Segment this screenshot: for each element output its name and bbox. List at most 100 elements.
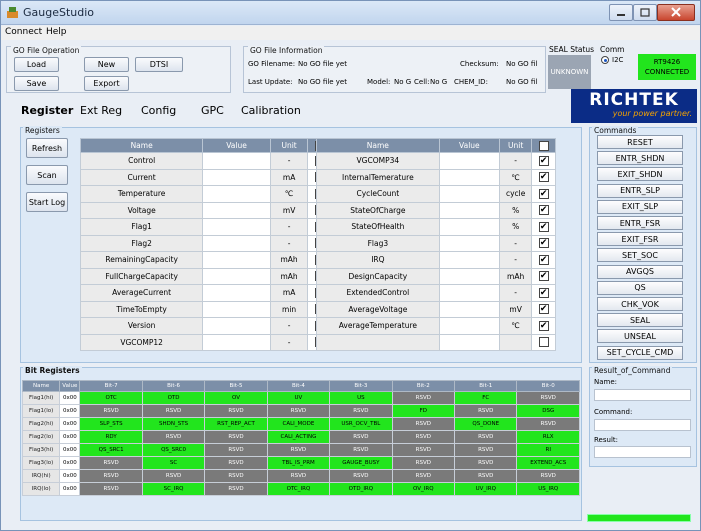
checkbox[interactable]: ✔ <box>538 188 549 199</box>
command-button-avgqs[interactable]: AVGQS <box>597 264 683 279</box>
register-select[interactable]: ✔ <box>531 218 556 236</box>
bit-register-value: 0x00 <box>59 417 81 431</box>
register-value-field[interactable] <box>202 284 271 302</box>
command-button-qs[interactable]: QS <box>597 280 683 295</box>
i2c-radio[interactable] <box>601 56 609 64</box>
register-select[interactable]: ✔ <box>531 267 556 285</box>
register-value-field[interactable] <box>438 168 501 186</box>
register-name: Flag1 <box>79 218 204 236</box>
register-value-field[interactable] <box>202 267 271 285</box>
checkbox[interactable]: ✔ <box>538 205 549 216</box>
bit-cell: RSVD <box>141 430 206 444</box>
export-button[interactable]: Export <box>84 76 129 91</box>
register-value-field[interactable] <box>438 201 501 219</box>
tab-ext-reg[interactable]: Ext Reg <box>80 104 122 117</box>
result-result-field[interactable] <box>594 446 691 458</box>
register-name: StateOfCharge <box>316 201 440 219</box>
register-value-field[interactable] <box>202 333 271 351</box>
register-unit: - <box>498 152 533 170</box>
register-value-field[interactable] <box>438 234 501 252</box>
close-button[interactable] <box>657 4 695 21</box>
register-select[interactable]: ✔ <box>531 234 556 252</box>
register-name: Flag3 <box>316 234 440 252</box>
checkbox[interactable]: ✔ <box>538 320 549 331</box>
command-button-set-soc[interactable]: SET_SOC <box>597 248 683 263</box>
command-button-exit-slp[interactable]: EXIT_SLP <box>597 199 683 214</box>
register-name: Voltage <box>79 201 204 219</box>
bit-cell: RSVD <box>391 430 456 444</box>
register-value-field[interactable] <box>202 201 271 219</box>
chemid-value: No GO fil <box>506 78 538 86</box>
load-button[interactable]: Load <box>14 57 59 72</box>
start-log-button[interactable]: Start Log <box>26 192 68 212</box>
command-button-exit-shdn[interactable]: EXIT_SHDN <box>597 167 683 182</box>
command-button-entr-fsr[interactable]: ENTR_FSR <box>597 216 683 230</box>
register-value-field[interactable] <box>438 251 501 269</box>
register-select[interactable]: ✔ <box>531 185 556 203</box>
register-value-field[interactable] <box>438 300 501 318</box>
register-value-field[interactable] <box>438 152 501 170</box>
register-value-field[interactable] <box>438 218 501 236</box>
command-button-reset[interactable]: RESET <box>597 135 683 149</box>
register-value-field[interactable] <box>202 300 271 318</box>
register-value-field[interactable] <box>202 317 271 335</box>
checkbox[interactable]: ✔ <box>538 140 549 151</box>
checkbox[interactable]: ✔ <box>538 254 549 265</box>
register-value-field[interactable] <box>438 317 501 335</box>
menu-connect[interactable]: Connect <box>5 27 42 37</box>
bit-register-name: Flag3(lo) <box>21 456 61 470</box>
register-value-field[interactable] <box>202 168 271 186</box>
command-button-seal[interactable]: SEAL <box>597 313 683 328</box>
checkbox[interactable]: ✔ <box>538 287 549 298</box>
dtsi-button[interactable]: DTSI <box>135 57 183 72</box>
register-value-field[interactable] <box>202 218 271 236</box>
command-button-entr-slp[interactable]: ENTR_SLP <box>597 183 683 198</box>
bit-cell: RSVD <box>141 404 206 418</box>
checkbox[interactable] <box>538 337 549 348</box>
new-button[interactable]: New <box>84 57 129 72</box>
register-value-field[interactable] <box>438 333 501 351</box>
register-select[interactable]: ✔ <box>531 168 556 186</box>
result-name-field[interactable] <box>594 389 691 401</box>
bit-register-row: Flag3(hi) 0x00 QS_SRC1 QS_SRC0 RSVD RSVD RSVD R… <box>21 443 580 457</box>
command-button-unseal[interactable]: UNSEAL <box>597 329 683 344</box>
refresh-button[interactable]: Refresh <box>26 138 68 158</box>
menu-help[interactable]: Help <box>46 27 67 37</box>
checkbox[interactable]: ✔ <box>538 221 549 232</box>
checkbox[interactable]: ✔ <box>538 172 549 183</box>
checkbox[interactable]: ✔ <box>538 304 549 315</box>
scan-button[interactable]: Scan <box>26 165 68 185</box>
register-select[interactable]: ✔ <box>531 152 556 170</box>
select-all-right[interactable]: ✔ <box>531 138 556 153</box>
register-select[interactable]: ✔ <box>531 251 556 269</box>
bit-registers-panel: Bit Registers Name Value Bit-7 Bit-6 Bit-5 Bi… <box>20 366 582 521</box>
register-value-field[interactable] <box>438 284 501 302</box>
register-select[interactable]: ✔ <box>531 201 556 219</box>
register-select[interactable]: ✔ <box>531 317 556 335</box>
register-select[interactable] <box>531 333 556 351</box>
register-select[interactable]: ✔ <box>531 300 556 318</box>
checkbox[interactable]: ✔ <box>538 155 549 166</box>
command-button-entr-shdn[interactable]: ENTR_SHDN <box>597 151 683 166</box>
comm-caption: Comm <box>600 45 625 54</box>
command-button-set-cycle-cmd[interactable]: SET_CYCLE_CMD <box>597 345 683 360</box>
command-button-exit-fsr[interactable]: EXIT_FSR <box>597 232 683 247</box>
tab-config[interactable]: Config <box>141 104 176 117</box>
register-select[interactable]: ✔ <box>531 284 556 302</box>
checkbox[interactable]: ✔ <box>538 271 549 282</box>
minimize-button[interactable] <box>609 4 633 21</box>
checkbox[interactable]: ✔ <box>538 238 549 249</box>
tab-register[interactable]: Register <box>21 104 73 117</box>
register-value-field[interactable] <box>438 185 501 203</box>
register-value-field[interactable] <box>202 234 271 252</box>
maximize-button[interactable] <box>633 4 657 21</box>
save-button[interactable]: Save <box>14 76 59 91</box>
register-value-field[interactable] <box>202 251 271 269</box>
result-command-field[interactable] <box>594 419 691 431</box>
register-value-field[interactable] <box>202 185 271 203</box>
tab-gpc[interactable]: GPC <box>201 104 224 117</box>
command-button-chk-vok[interactable]: CHK_VOK <box>597 297 683 311</box>
register-value-field[interactable] <box>202 152 271 170</box>
register-value-field[interactable] <box>438 267 501 285</box>
tab-calibration[interactable]: Calibration <box>241 104 301 117</box>
